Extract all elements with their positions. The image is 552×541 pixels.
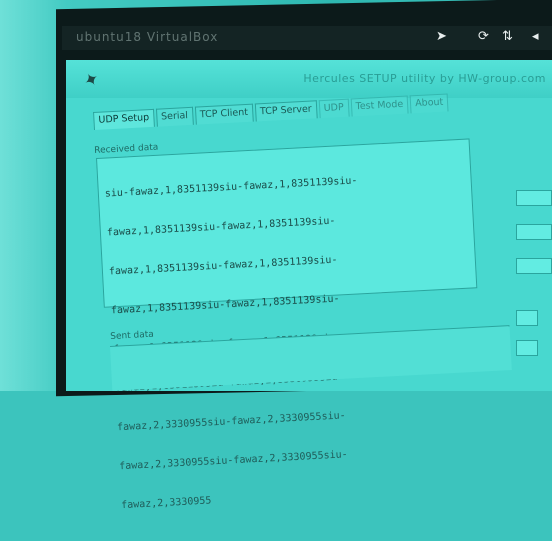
window-title: Hercules SETUP utility by HW-group.com <box>303 72 546 85</box>
hercules-window: ✦ Hercules SETUP utility by HW-group.com… <box>66 60 552 511</box>
received-line: fawaz,1,8351139siu-fawaz,1,8351139siu- <box>108 254 338 278</box>
received-line: fawaz,1,8351139siu-fawaz,1,8351139siu- <box>110 293 340 317</box>
settings-checkbox[interactable] <box>516 340 538 356</box>
tab-bar: UDP Setup Serial TCP Client TCP Server U… <box>93 93 449 130</box>
tab-test-mode[interactable]: Test Mode <box>350 95 409 117</box>
cursor-icon: ➤ <box>436 29 447 44</box>
window-titlebar: ✦ Hercules SETUP utility by HW-group.com <box>66 60 552 98</box>
taskbar-title: ubuntu18 VirtualBox <box>76 30 219 44</box>
received-data-label: Received data <box>94 142 159 156</box>
volume-icon[interactable]: ◂ <box>532 29 539 44</box>
tab-serial[interactable]: Serial <box>155 106 194 127</box>
received-data-box[interactable]: siu-fawaz,1,8351139siu-fawaz,1,8351139si… <box>96 138 478 511</box>
tab-about[interactable]: About <box>409 93 449 114</box>
received-line: fawaz,2,3330955siu-fawaz,2,3330955siu- <box>116 410 346 434</box>
tab-udp[interactable]: UDP <box>318 98 350 119</box>
tab-udp-setup[interactable]: UDP Setup <box>93 108 155 130</box>
settings-field[interactable] <box>516 258 552 274</box>
right-settings-panel <box>498 180 552 391</box>
sync-icon[interactable]: ⟳ <box>478 29 489 44</box>
received-line: fawaz,1,8351139siu-fawaz,1,8351139siu- <box>106 215 336 239</box>
tab-tcp-server[interactable]: TCP Server <box>254 100 318 122</box>
settings-field[interactable] <box>516 224 552 240</box>
settings-checkbox[interactable] <box>516 310 538 326</box>
received-line: fawaz,2,3330955 <box>120 495 212 512</box>
received-line: fawaz,2,3330955siu-fawaz,2,3330955siu- <box>118 449 348 473</box>
received-line: siu-fawaz,1,8351139siu-fawaz,1,8351139si… <box>104 175 358 200</box>
tab-tcp-client[interactable]: TCP Client <box>194 103 254 125</box>
top-taskbar: ubuntu18 VirtualBox ➤ ⟳ ⇅ ◂ <box>62 26 552 50</box>
settings-field[interactable] <box>516 190 552 206</box>
network-icon[interactable]: ⇅ <box>502 29 513 44</box>
hercules-logo-icon: ✦ <box>79 67 104 94</box>
